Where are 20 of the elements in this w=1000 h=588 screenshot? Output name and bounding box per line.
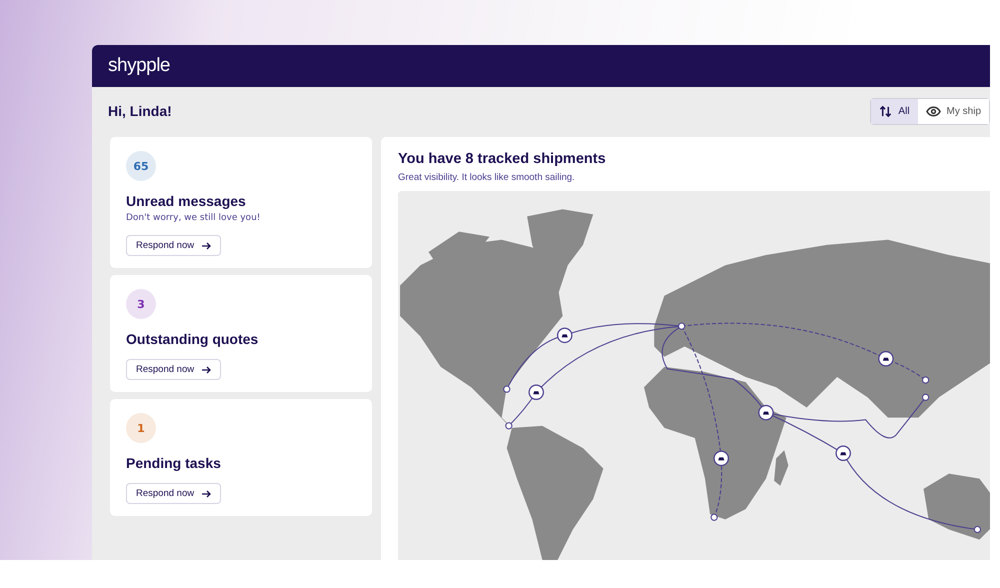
eye-icon <box>926 106 941 116</box>
logo[interactable]: shypple <box>108 55 170 77</box>
all-tab[interactable]: All <box>871 98 918 124</box>
count-badge: 65 <box>126 151 156 181</box>
panel-title: You have 8 tracked shipments <box>398 151 607 167</box>
arrow-right-icon <box>202 242 212 250</box>
card-subtitle: Don't worry, we still love you! <box>126 213 262 223</box>
panel-subtitle: Great visibility. It looks like smooth sailing. <box>398 172 576 183</box>
card-title: Outstanding quotes <box>126 331 260 347</box>
arrow-right-icon <box>202 490 212 498</box>
greeting: Hi, Linda! <box>108 103 172 119</box>
swap-icon <box>879 104 892 118</box>
card-title: Pending tasks <box>126 455 222 471</box>
card-title: Unread messages <box>126 193 247 209</box>
respond-button[interactable]: Respond now <box>126 483 222 504</box>
count-badge: 1 <box>126 413 156 443</box>
arrow-right-icon <box>202 366 212 374</box>
respond-button[interactable]: Respond now <box>126 359 222 380</box>
respond-button[interactable]: Respond now <box>126 235 222 256</box>
count-badge: 3 <box>126 289 156 319</box>
